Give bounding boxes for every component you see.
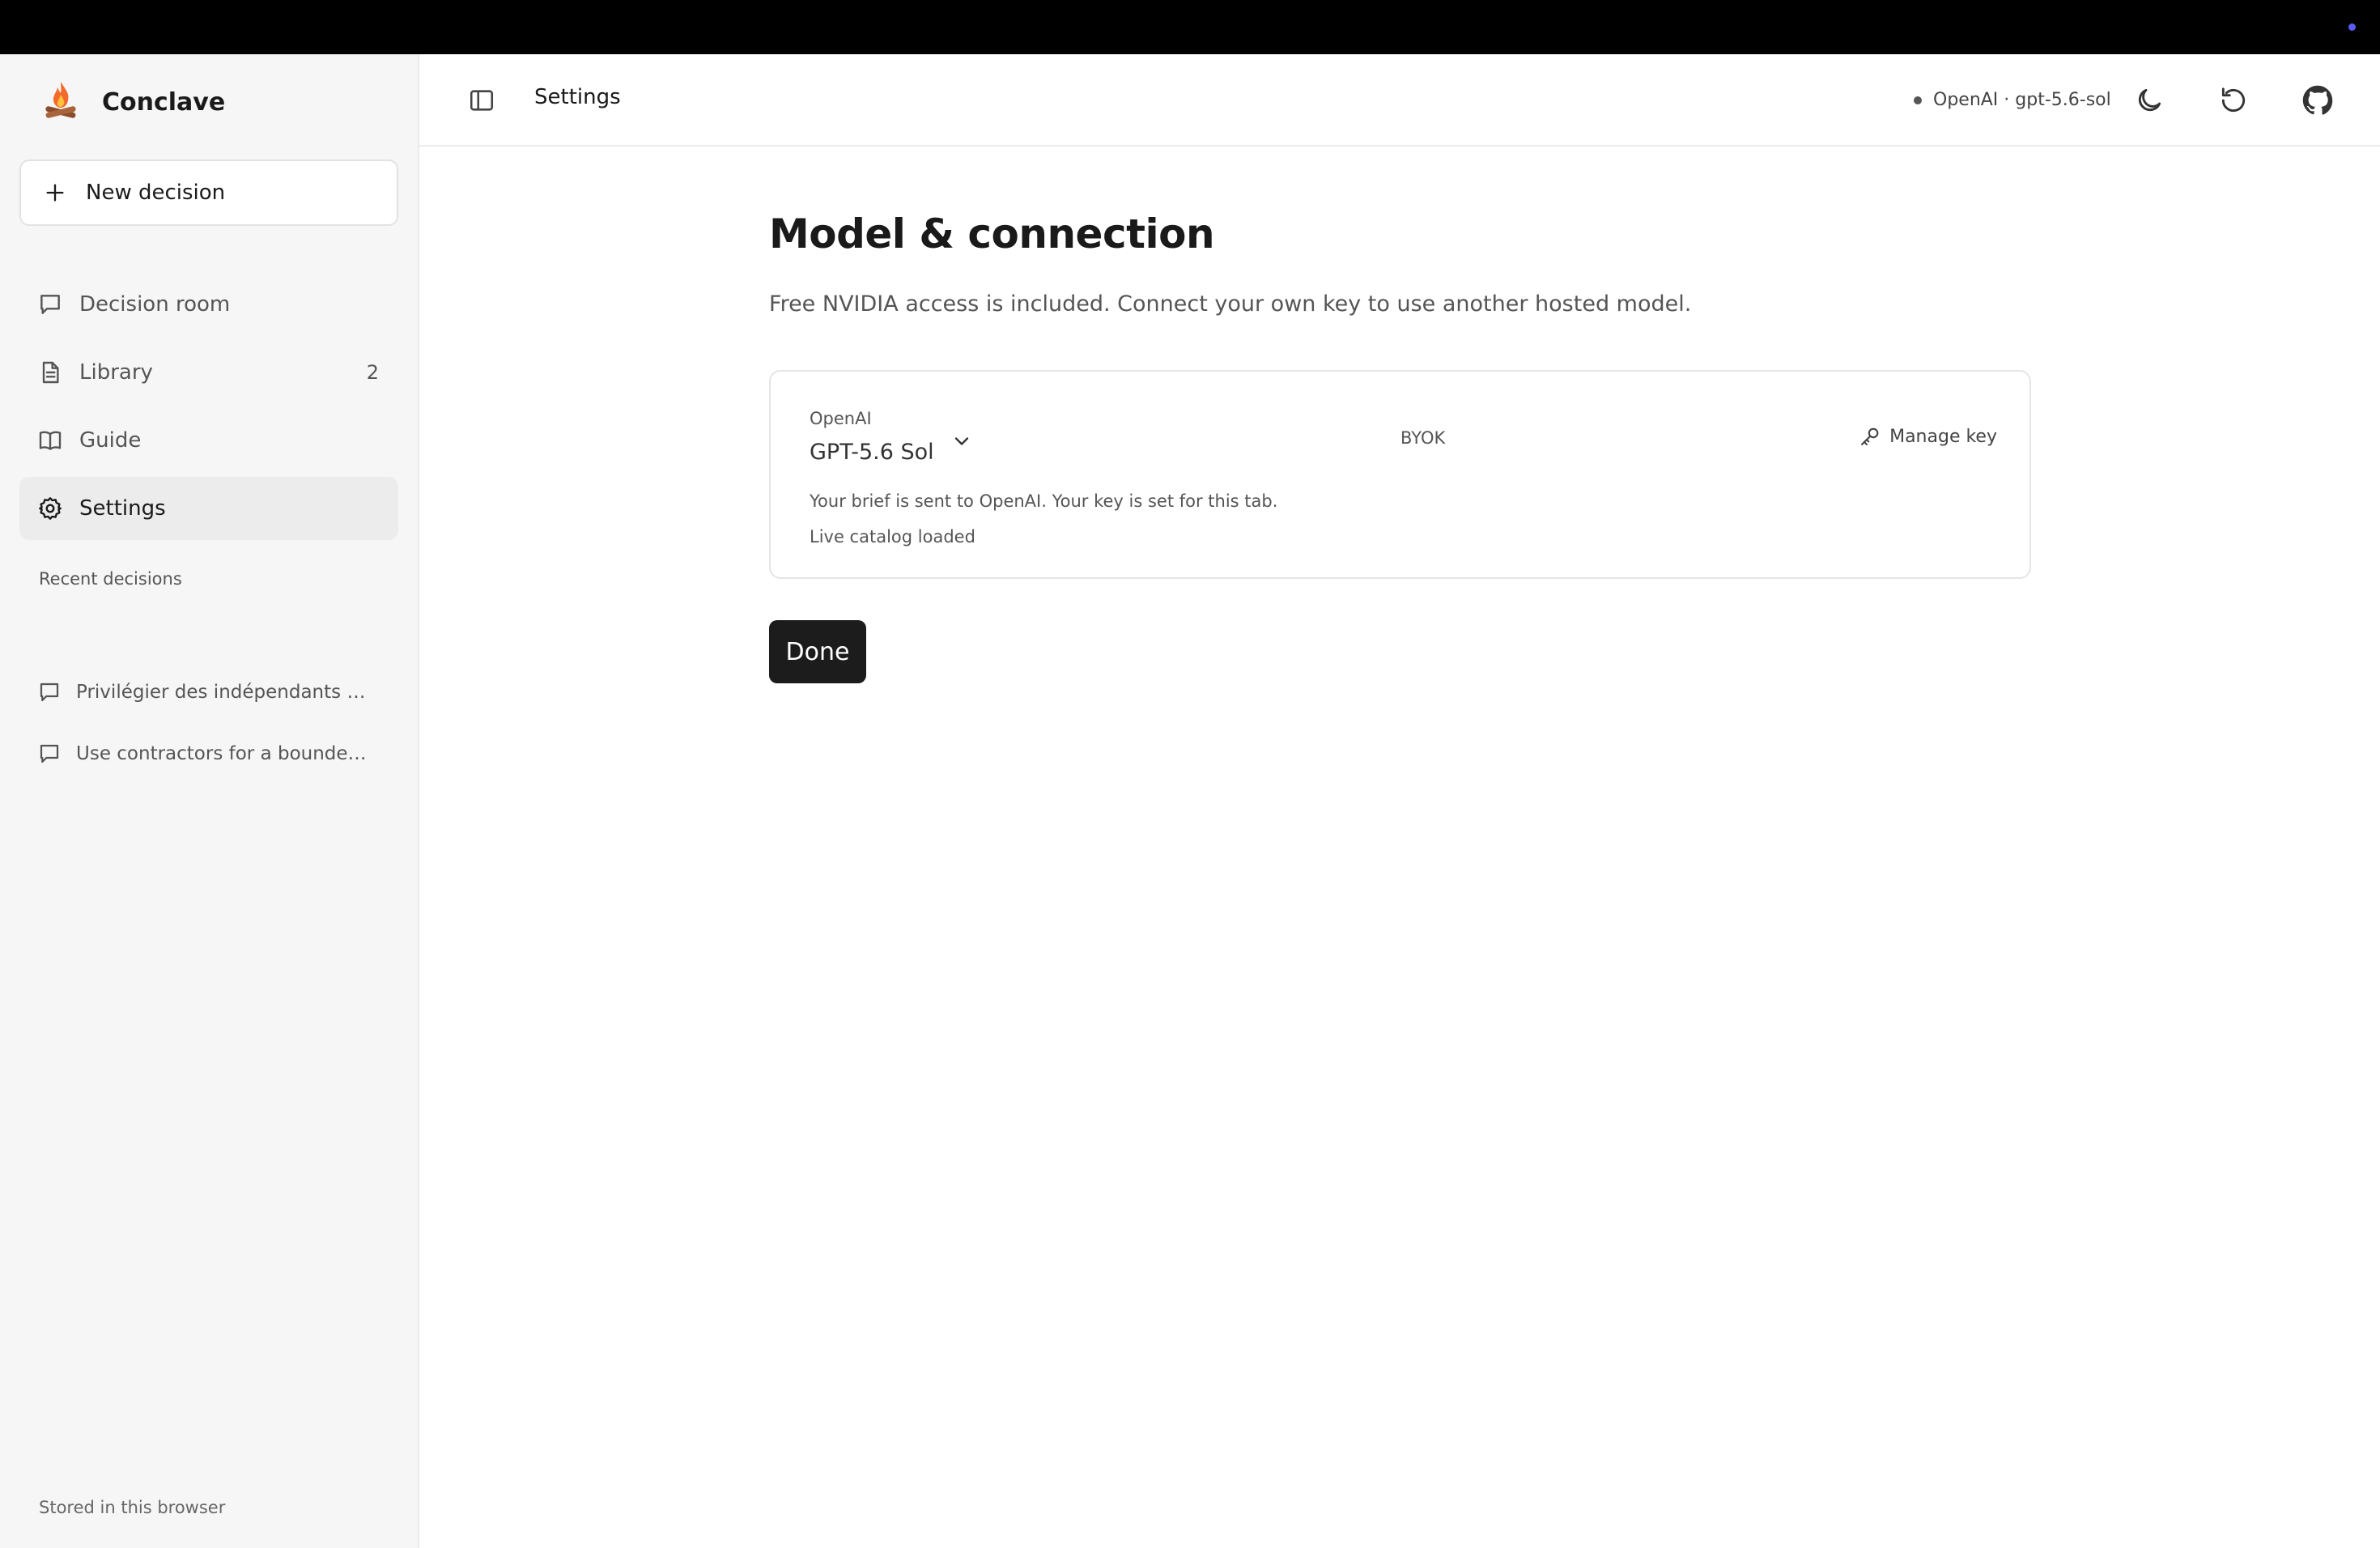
sidebar-item-label: Settings (79, 496, 166, 521)
sidebar-item-label: Guide (79, 428, 142, 453)
recent-decisions-list: Privilégier des indépendants pen... Use … (19, 661, 398, 785)
app-name: Conclave (102, 87, 226, 117)
recent-decisions-heading: Recent decisions (39, 569, 182, 589)
system-top-bar (0, 0, 2380, 54)
chat-bubble-icon (40, 295, 60, 314)
done-button[interactable]: Done (769, 620, 866, 683)
moon-icon[interactable] (2134, 85, 2165, 116)
recent-decision-label: Use contractors for a bounded si... (76, 743, 376, 764)
section-title: Model & connection (769, 211, 1215, 257)
plus-icon (46, 184, 64, 202)
sidebar-item-label: Library (79, 360, 153, 385)
model-connection-card: OpenAI GPT-5.6 Sol BYOK Manage key Your … (769, 370, 2031, 579)
section-subtitle: Free NVIDIA access is included. Connect … (769, 291, 1692, 317)
library-count-badge: 2 (366, 361, 379, 384)
provider-label: OpenAI (810, 409, 872, 428)
manage-key-label: Manage key (1889, 426, 1997, 447)
key-icon (1861, 427, 1879, 445)
storage-note: Stored in this browser (39, 1498, 226, 1517)
sidebar-toggle-icon[interactable] (468, 87, 495, 114)
github-icon[interactable] (2302, 85, 2333, 116)
catalog-status: Live catalog loaded (810, 527, 975, 546)
chat-bubble-icon (40, 683, 59, 702)
model-status: OpenAI · gpt-5.6-sol (1914, 90, 2111, 110)
manage-key-button[interactable]: Manage key (1859, 425, 1997, 448)
list-item[interactable]: Privilégier des indépendants pen... (19, 661, 398, 723)
chevron-down-icon[interactable] (950, 430, 973, 453)
book-icon (39, 431, 62, 450)
chat-bubble-icon (40, 744, 59, 763)
model-status-text: OpenAI · gpt-5.6-sol (1933, 90, 2111, 110)
brand[interactable]: Conclave (40, 79, 225, 125)
sidebar: Conclave New decision Decision room Libr… (0, 54, 419, 1548)
sidebar-nav: Decision room Library 2 Guide Settings (19, 273, 398, 545)
sidebar-item-label: Decision room (79, 292, 231, 317)
sidebar-item-decision-room[interactable]: Decision room (19, 273, 398, 336)
gear-icon (39, 497, 62, 520)
sidebar-item-library[interactable]: Library 2 (19, 341, 398, 404)
list-item[interactable]: Use contractors for a bounded si... (19, 723, 398, 785)
status-dot (2348, 23, 2356, 31)
document-icon (42, 361, 59, 384)
model-select[interactable]: GPT-5.6 Sol (810, 440, 934, 465)
new-decision-button[interactable]: New decision (19, 159, 398, 226)
refresh-icon[interactable] (2218, 85, 2249, 116)
page-header: Settings OpenAI · gpt-5.6-sol (419, 54, 2380, 147)
privacy-note: Your brief is sent to OpenAI. Your key i… (810, 491, 1278, 511)
status-indicator (1914, 96, 1922, 104)
main-content: Model & connection Free NVIDIA access is… (769, 211, 1691, 317)
campfire-logo-icon (45, 82, 76, 118)
connection-mode-label: BYOK (1400, 428, 1446, 448)
page-title: Settings (534, 85, 621, 109)
recent-decision-label: Privilégier des indépendants pen... (76, 682, 376, 703)
new-decision-label: New decision (86, 181, 226, 205)
sidebar-item-settings[interactable]: Settings (19, 477, 398, 540)
sidebar-item-guide[interactable]: Guide (19, 409, 398, 472)
